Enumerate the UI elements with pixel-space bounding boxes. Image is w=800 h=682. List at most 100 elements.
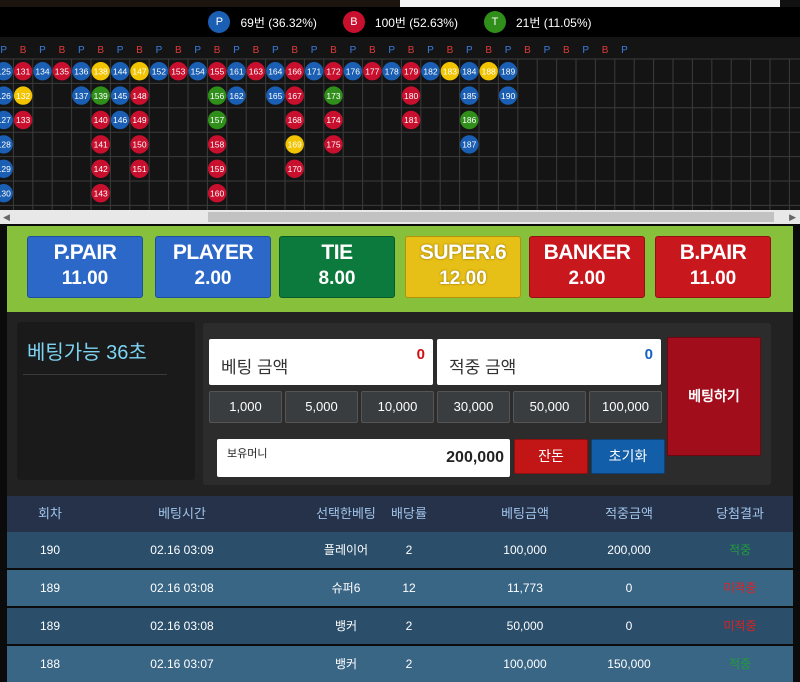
road-header-label: B	[175, 45, 182, 56]
road-bead: 174	[324, 110, 343, 130]
svg-text:172: 172	[326, 66, 340, 76]
road-bead: 149	[130, 110, 149, 130]
road-header-label: P	[350, 45, 357, 56]
road-bead: 136	[72, 62, 91, 81]
svg-text:173: 173	[326, 91, 340, 101]
wallet-label: 보유머니	[227, 448, 268, 460]
road-bead: 147	[130, 62, 149, 81]
bet-controls: 베팅 금액 0 적중 금액 0 1,000 5,000 10,000 30,000 50…	[203, 323, 771, 485]
road-header-label: P	[0, 45, 7, 56]
road-header-label: B	[330, 45, 337, 56]
bet-option-super-6[interactable]: SUPER.6 12.00	[405, 236, 521, 298]
stat-tie: T 21번 (11.05%)	[483, 11, 592, 33]
svg-text:131: 131	[16, 66, 30, 76]
column-header: 베팅금액	[501, 506, 549, 521]
result-stats: P 69번 (36.32%) B 100번 (52.63%) T 21번 (11…	[0, 7, 800, 37]
road-bead: 154	[188, 62, 207, 81]
bet-option-odds: 8.00	[318, 268, 356, 289]
scroll-left-icon[interactable]: ◀	[3, 210, 10, 224]
svg-text:127: 127	[0, 115, 11, 125]
svg-text:178: 178	[385, 66, 399, 76]
cell-payout: 0	[625, 619, 633, 633]
table-header: 회차 베팅시간 선택한베팅 배당률 베팅금액 적중금액 당첨결과	[7, 496, 793, 532]
reset-button[interactable]: 초기화	[591, 439, 665, 474]
svg-text:188: 188	[482, 66, 496, 76]
chip-1000[interactable]: 1,000	[209, 391, 282, 423]
road-header-label: P	[427, 45, 434, 56]
column-header: 당첨결과	[716, 506, 764, 521]
wallet-value: 200,000	[446, 449, 504, 466]
svg-text:143: 143	[94, 188, 108, 198]
bet-option-tie[interactable]: TIE 8.00	[279, 236, 395, 298]
cell-round: 189	[39, 581, 61, 595]
road-header-label: B	[602, 45, 609, 56]
cell-time: 02.16 03:09	[150, 543, 214, 557]
place-bet-button[interactable]: 베팅하기	[667, 337, 761, 456]
svg-text:187: 187	[462, 140, 476, 150]
road-bead: 168	[285, 110, 304, 130]
road-bead: 182	[421, 62, 440, 81]
road-bead: 159	[207, 159, 227, 178]
chip-30000[interactable]: 30,000	[437, 391, 510, 423]
road-bead: 126	[0, 86, 13, 105]
svg-text:155: 155	[210, 66, 224, 76]
svg-text:170: 170	[288, 164, 302, 174]
svg-text:184: 184	[462, 66, 476, 76]
road-bead: 161	[227, 62, 246, 81]
cell-round: 190	[39, 543, 61, 557]
chip-100000[interactable]: 100,000	[589, 391, 662, 423]
svg-text:175: 175	[326, 140, 340, 150]
bet-amount-field[interactable]: 베팅 금액 0	[209, 339, 433, 385]
cell-amount: 11,773	[507, 581, 543, 595]
road-header-label: B	[485, 45, 492, 56]
svg-text:183: 183	[443, 66, 457, 76]
bet-history-table: 회차 베팅시간 선택한베팅 배당률 베팅금액 적중금액 당첨결과 190 02.16 03:0…	[7, 496, 793, 682]
road-bead: 190	[498, 86, 518, 105]
chip-5000[interactable]: 5,000	[285, 391, 358, 423]
road-bead: 140	[91, 110, 110, 130]
video-strip	[0, 0, 800, 7]
scroll-right-icon[interactable]: ▶	[789, 210, 796, 224]
bet-option-odds: 11.00	[61, 268, 109, 289]
road-bead: 186	[460, 110, 479, 130]
road-scrollbar[interactable]: ◀ ▶	[0, 210, 800, 224]
chip-10000[interactable]: 10,000	[361, 391, 434, 423]
road-bead: 189	[498, 62, 518, 81]
svg-text:158: 158	[210, 140, 224, 150]
road-bead: 177	[363, 62, 382, 81]
bet-option-odds: 12.00	[439, 268, 487, 289]
road-bead: 131	[13, 62, 33, 81]
tie-count: 21번 (11.05%)	[515, 15, 592, 30]
road-bead: 176	[343, 62, 363, 81]
road-bead: 183	[440, 62, 460, 81]
svg-text:148: 148	[132, 91, 146, 101]
cell-result: 미적중	[723, 619, 757, 633]
road-header-label: B	[291, 45, 298, 56]
road-bead: 125	[0, 62, 13, 81]
bet-option-p-pair[interactable]: P.PAIR 11.00	[27, 236, 143, 298]
road-bead: 139	[91, 86, 110, 105]
svg-text:129: 129	[0, 164, 11, 174]
svg-text:156: 156	[210, 91, 224, 101]
table-row: 189 02.16 03:08 슈퍼6 12 11,773 0 미적중	[7, 570, 793, 606]
change-button[interactable]: 잔돈	[514, 439, 588, 474]
svg-text:164: 164	[268, 66, 282, 76]
chip-50000[interactable]: 50,000	[513, 391, 586, 423]
scrollbar-thumb[interactable]	[208, 212, 774, 222]
svg-text:165: 165	[268, 91, 282, 101]
road-bead: 132	[13, 86, 33, 105]
svg-text:126: 126	[0, 91, 11, 101]
road-bead: 180	[401, 86, 421, 105]
road-bead: 129	[0, 159, 13, 178]
bet-option-name: SUPER.6	[419, 241, 507, 264]
road-bead: 165	[266, 86, 285, 105]
bet-option-b-pair[interactable]: B.PAIR 11.00	[655, 236, 771, 298]
svg-text:163: 163	[249, 66, 263, 76]
road-header-label: B	[563, 45, 570, 56]
road-bead: 184	[460, 62, 479, 81]
bet-option-name: PLAYER	[172, 241, 254, 264]
bet-option-player[interactable]: PLAYER 2.00	[155, 236, 271, 298]
svg-text:186: 186	[462, 115, 476, 125]
bet-option-name: TIE	[321, 241, 353, 264]
bet-option-banker[interactable]: BANKER 2.00	[529, 236, 645, 298]
